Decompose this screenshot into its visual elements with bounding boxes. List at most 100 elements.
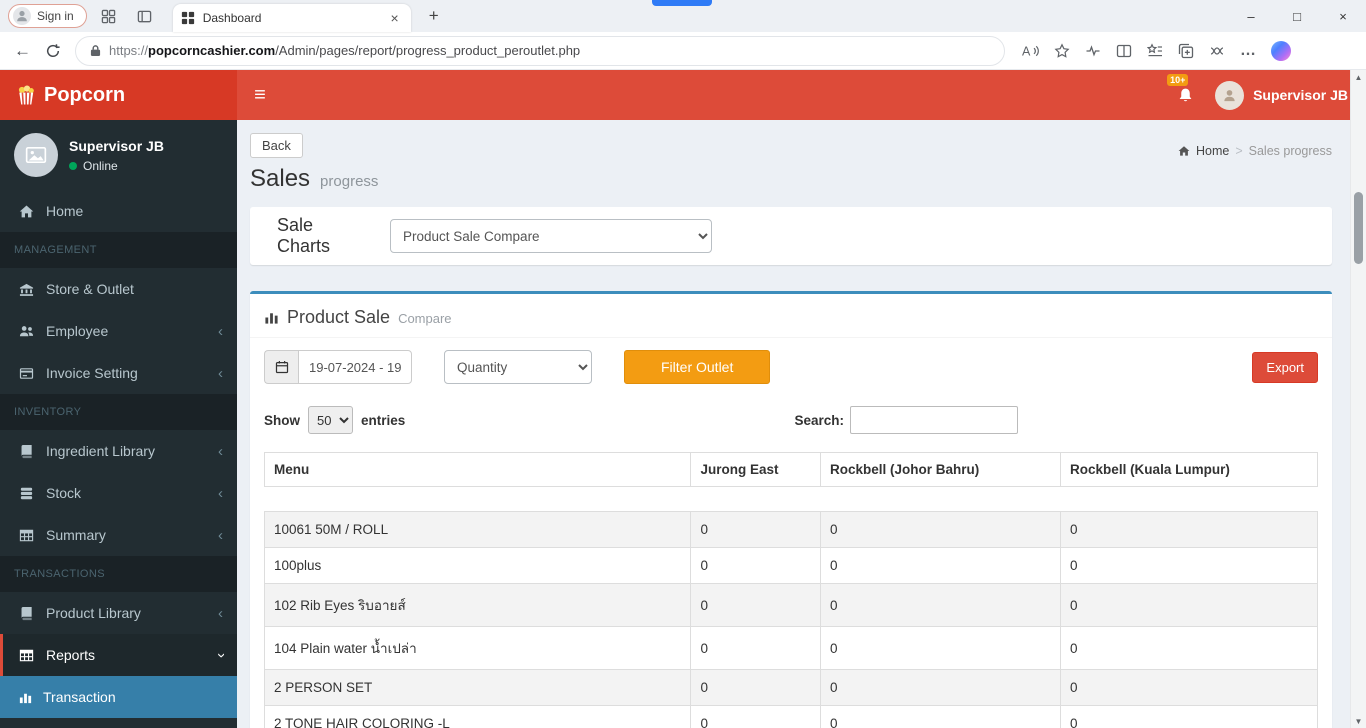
chart-title-icon: [264, 310, 279, 325]
cell-menu: 104 Plain water น้ำเปล่า: [263, 626, 692, 670]
cell-value: 0: [819, 547, 1062, 584]
sidebar-item-home[interactable]: Home: [0, 190, 237, 232]
sidebar-section-transactions: TRANSACTIONS: [0, 556, 237, 592]
search-label: Search:: [794, 412, 844, 428]
chevron-left-icon: ‹: [218, 442, 223, 460]
split-screen-icon[interactable]: [1116, 43, 1132, 59]
home-icon: [17, 204, 36, 219]
back-button[interactable]: Back: [250, 133, 303, 158]
browser-address-bar: ← https://popcorncashier.com/Admin/pages…: [0, 32, 1366, 70]
browser-essentials-icon[interactable]: [1085, 43, 1101, 59]
breadcrumb-current: Sales progress: [1248, 144, 1332, 158]
breadcrumb-home-icon: [1178, 145, 1190, 157]
export-button[interactable]: Export: [1252, 351, 1318, 383]
chevron-left-icon: ‹: [218, 364, 223, 382]
settings-more-icon[interactable]: …: [1240, 42, 1256, 60]
scrollbar-thumb[interactable]: [1354, 192, 1363, 264]
filter-outlet-button[interactable]: Filter Outlet: [624, 350, 771, 384]
browser-back-icon[interactable]: ←: [14, 41, 31, 61]
sidebar-item-stock[interactable]: Stock ‹: [0, 472, 237, 514]
browser-tab-dashboard[interactable]: Dashboard ×: [172, 4, 411, 32]
cell-menu: 100plus: [263, 547, 692, 584]
favorites-icon[interactable]: [1147, 42, 1163, 59]
cell-value: 0: [1060, 583, 1318, 627]
report-table-header: Menu Jurong East Rockbell (Johor Bahru) …: [263, 452, 1318, 487]
scrollbar-down-arrow[interactable]: ▼: [1351, 714, 1366, 728]
read-aloud-icon[interactable]: A: [1021, 43, 1039, 59]
cell-menu: 10061 50M / ROLL: [263, 511, 692, 548]
maximize-button[interactable]: □: [1274, 0, 1320, 32]
user-avatar: [1215, 80, 1245, 110]
url-field[interactable]: https://popcorncashier.com/Admin/pages/r…: [75, 35, 1005, 66]
sidebar-item-reports[interactable]: Reports ‹: [0, 634, 237, 676]
copilot-icon[interactable]: [1271, 40, 1291, 61]
date-range-input[interactable]: [298, 350, 412, 384]
url-scheme: https://: [109, 43, 149, 58]
page-scrollbar[interactable]: ▲ ▼: [1350, 70, 1366, 728]
collections-icon[interactable]: [1178, 43, 1194, 59]
notifications-button[interactable]: 10+: [1163, 70, 1207, 120]
signin-label: Sign in: [37, 9, 74, 23]
column-header-jurong-east[interactable]: Jurong East: [690, 452, 821, 487]
sidebar-item-product-library[interactable]: Product Library ‹: [0, 592, 237, 634]
bell-icon: [1177, 87, 1194, 104]
table-icon: [17, 648, 36, 663]
datatable-controls: Show 50 entries Search:: [264, 406, 1318, 434]
sidebar-item-store-outlet[interactable]: Store & Outlet: [0, 268, 237, 310]
address-bar-actions: A …: [1021, 40, 1291, 61]
browser-tab-strip: Sign in Dashboard × + – □ ×: [0, 0, 1366, 32]
column-header-rockbell-kl[interactable]: Rockbell (Kuala Lumpur): [1060, 452, 1318, 487]
refresh-icon[interactable]: [45, 43, 61, 59]
breadcrumb-home-link[interactable]: Home: [1196, 144, 1229, 158]
sale-chart-select[interactable]: Product Sale Compare: [390, 219, 712, 253]
close-button[interactable]: ×: [1320, 0, 1366, 32]
chevron-left-icon: ‹: [218, 604, 223, 622]
chevron-left-icon: ‹: [218, 526, 223, 544]
cell-value: 0: [1060, 705, 1318, 728]
minimize-button[interactable]: –: [1228, 0, 1274, 32]
scrollbar-up-arrow[interactable]: ▲: [1351, 70, 1366, 84]
sidebar-item-ingredient-library[interactable]: Ingredient Library ‹: [0, 430, 237, 472]
filter-row: Quantity Filter Outlet Export: [264, 350, 1318, 384]
cell-value: 0: [1060, 626, 1318, 670]
user-menu[interactable]: Supervisor JB: [1207, 70, 1366, 120]
calendar-icon[interactable]: [264, 350, 298, 384]
sidebar-toggle-icon[interactable]: ≡: [237, 70, 283, 120]
sidebar-section-management: MANAGEMENT: [0, 232, 237, 268]
show-label: Show: [264, 412, 300, 428]
report-subtitle: Compare: [398, 311, 452, 326]
sidebar-user-status: Online: [69, 159, 164, 173]
cell-menu: 2 TONE HAIR COLORING -L: [263, 705, 692, 728]
measure-select[interactable]: Quantity: [444, 350, 592, 384]
cell-value: 0: [819, 583, 1062, 627]
sidebar-subitem-transaction[interactable]: Transaction: [0, 676, 237, 718]
table-row: 102 Rib Eyes ริบอายส์ 0 0 0: [263, 583, 1318, 627]
sidebar-item-employee[interactable]: Employee ‹: [0, 310, 237, 352]
cell-value: 0: [819, 626, 1062, 670]
tab-close-icon[interactable]: ×: [387, 10, 403, 26]
tab-actions-icon[interactable]: [131, 3, 159, 29]
column-header-menu[interactable]: Menu: [263, 452, 692, 487]
search-input[interactable]: [850, 406, 1018, 434]
page-length-control: Show 50 entries: [264, 406, 405, 434]
svg-text:A: A: [1022, 44, 1031, 58]
bank-icon: [17, 282, 36, 297]
secure-network-icon[interactable]: [1209, 43, 1225, 59]
table-row: 10061 50M / ROLL 0 0 0: [263, 511, 1318, 548]
favorite-star-icon[interactable]: [1054, 42, 1070, 59]
site-info-lock-icon[interactable]: [90, 44, 101, 57]
sidebar-item-invoice-setting[interactable]: Invoice Setting ‹: [0, 352, 237, 394]
workspaces-icon[interactable]: [95, 3, 123, 29]
report-table: 10061 50M / ROLL 0 0 0 100plus 0 0 0 102…: [263, 511, 1318, 728]
cell-value: 0: [819, 669, 1062, 706]
column-header-rockbell-jb[interactable]: Rockbell (Johor Bahru): [819, 452, 1062, 487]
signin-button[interactable]: Sign in: [8, 4, 87, 28]
profile-avatar-icon: [13, 7, 31, 25]
page-length-select[interactable]: 50: [308, 406, 353, 434]
report-title: Product Sale: [287, 307, 391, 327]
sidebar-item-summary[interactable]: Summary ‹: [0, 514, 237, 556]
new-tab-button[interactable]: +: [421, 6, 447, 26]
app-logo[interactable]: Popcorn: [0, 70, 237, 120]
cell-value: 0: [819, 705, 1062, 728]
search-control: Search:: [794, 406, 1018, 434]
